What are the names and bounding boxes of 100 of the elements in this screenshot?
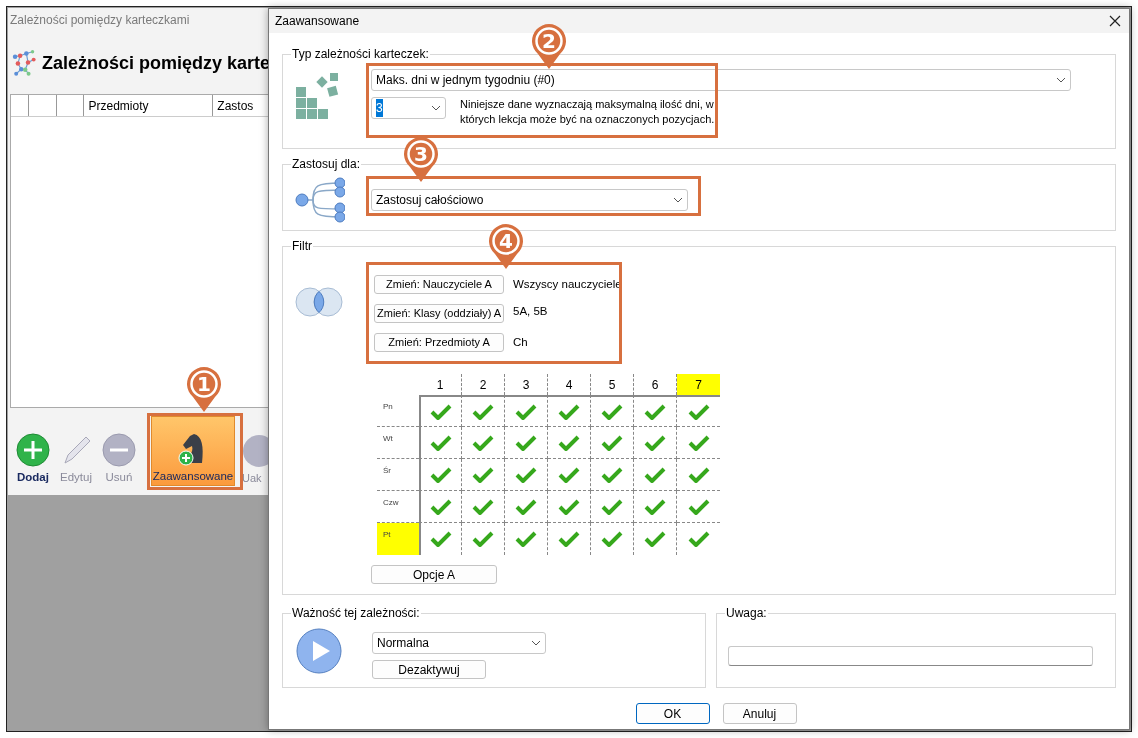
grid-cell[interactable]: [462, 491, 505, 523]
grid-cell[interactable]: [505, 459, 548, 491]
minus-icon: [102, 432, 136, 467]
grid-cell[interactable]: [634, 427, 677, 459]
plus-icon: [16, 432, 50, 467]
grid-cell[interactable]: [591, 459, 634, 491]
play-icon[interactable]: [296, 628, 342, 674]
chevron-down-icon: [1056, 77, 1066, 83]
grid-cell[interactable]: [419, 427, 462, 459]
chevron-down-icon: [531, 640, 541, 646]
grid-cell[interactable]: [548, 459, 591, 491]
row-header[interactable]: Śr: [377, 459, 419, 491]
grid-cell[interactable]: [505, 395, 548, 427]
toolbar-button[interactable]: Zaawansowane: [151, 416, 235, 486]
check-icon: [644, 498, 666, 515]
window-heading: Zależności pomiędzy karte: [41, 51, 270, 75]
check-icon: [687, 434, 710, 451]
row-header[interactable]: Pt: [377, 523, 419, 555]
grid-cell[interactable]: [419, 491, 462, 523]
check-icon: [687, 531, 710, 547]
column-header[interactable]: 7: [677, 374, 720, 395]
check-icon: [515, 403, 537, 420]
change-button[interactable]: Zmień: Klasy (oddziały) A: [374, 304, 504, 323]
close-icon[interactable]: [1109, 15, 1121, 27]
grid-cell[interactable]: [548, 395, 591, 427]
tree-icon: [295, 177, 345, 223]
grid-cell[interactable]: [462, 427, 505, 459]
check-icon: [644, 403, 666, 420]
check-icon: [558, 531, 580, 547]
toolbar-button[interactable]: Dodaj: [14, 416, 52, 486]
apply-dropdown[interactable]: Zastosuj całościowo: [371, 189, 688, 211]
row-header[interactable]: Wt: [377, 427, 419, 459]
grid-cell[interactable]: [419, 395, 462, 427]
count-dropdown[interactable]: 3: [371, 97, 446, 119]
grid-cell[interactable]: [634, 395, 677, 427]
grid-cell[interactable]: [591, 491, 634, 523]
chevron-down-icon: [431, 105, 441, 111]
group-label: Uwaga:: [724, 605, 768, 622]
callout-marker: 3: [402, 135, 440, 183]
deactivate-button[interactable]: Dezaktywuj: [372, 660, 486, 679]
check-icon: [515, 466, 537, 483]
group-label: Filtr: [291, 238, 313, 255]
check-icon: [601, 403, 623, 420]
chevron-down-icon: [673, 197, 683, 203]
row-header[interactable]: Pn: [377, 395, 419, 427]
grid-cell[interactable]: [548, 491, 591, 523]
check-icon: [472, 403, 494, 420]
dialog-button[interactable]: Anuluj: [722, 703, 797, 724]
type-dropdown[interactable]: Maks. dni w jednym tygodniu (#0): [371, 69, 1071, 91]
check-icon: [430, 466, 452, 483]
check-icon: [644, 466, 666, 483]
grid-cell[interactable]: [634, 491, 677, 523]
check-icon: [644, 434, 666, 451]
grid-cell[interactable]: [591, 395, 634, 427]
check-icon: [558, 434, 580, 451]
grid-cell[interactable]: [505, 427, 548, 459]
callout-marker: 1: [185, 365, 223, 413]
column-header[interactable]: 3: [505, 374, 548, 395]
filter-value: Ch: [513, 334, 528, 350]
note-field[interactable]: [727, 646, 1093, 666]
grid-cell[interactable]: [591, 427, 634, 459]
check-icon: [558, 498, 580, 515]
check-icon: [430, 434, 452, 451]
grid-cell[interactable]: [505, 491, 548, 523]
filter-value: 5A, 5B: [513, 303, 548, 319]
column-header[interactable]: Przedmioty: [84, 95, 214, 116]
check-icon: [644, 531, 666, 547]
column-header[interactable]: 4: [548, 374, 591, 395]
check-icon: [558, 466, 580, 483]
check-icon: [687, 466, 710, 483]
grid-cell[interactable]: [677, 395, 720, 427]
check-icon: [601, 498, 623, 515]
check-icon: [687, 498, 710, 515]
grid-cell[interactable]: [419, 523, 462, 555]
check-icon: [558, 403, 580, 420]
dialog-title: Zaawansowane: [275, 13, 360, 30]
check-icon: [430, 531, 452, 547]
grid-cell[interactable]: [548, 427, 591, 459]
column-header[interactable]: 2: [462, 374, 505, 395]
column-header[interactable]: 5: [591, 374, 634, 395]
check-icon: [515, 434, 537, 451]
check-icon: [472, 466, 494, 483]
group-label: Ważność tej zależności:: [291, 605, 421, 622]
check-icon: [515, 498, 537, 515]
change-button[interactable]: Zmień: Nauczyciele A: [374, 275, 504, 294]
grid-cell[interactable]: [634, 459, 677, 491]
importance-dropdown[interactable]: Normalna: [372, 632, 546, 654]
check-icon: [687, 403, 710, 420]
dialog-button[interactable]: OK: [635, 703, 710, 724]
check-icon: [515, 531, 537, 547]
grid-cell[interactable]: [419, 459, 462, 491]
grid-cell[interactable]: [462, 459, 505, 491]
column-header[interactable]: 1: [419, 374, 462, 395]
window-title: Zależności pomiędzy karteczkami: [10, 12, 190, 29]
check-icon: [601, 466, 623, 483]
change-button[interactable]: Zmień: Przedmioty A: [374, 333, 504, 352]
grid-cell[interactable]: [462, 395, 505, 427]
description-text: Niniejsze dane wyznaczają maksymalną ilość dni, w których lekcja może być na oznaczonych pozycjach.: [460, 97, 716, 127]
check-icon: [430, 403, 452, 420]
options-button[interactable]: Opcje A: [371, 565, 497, 584]
